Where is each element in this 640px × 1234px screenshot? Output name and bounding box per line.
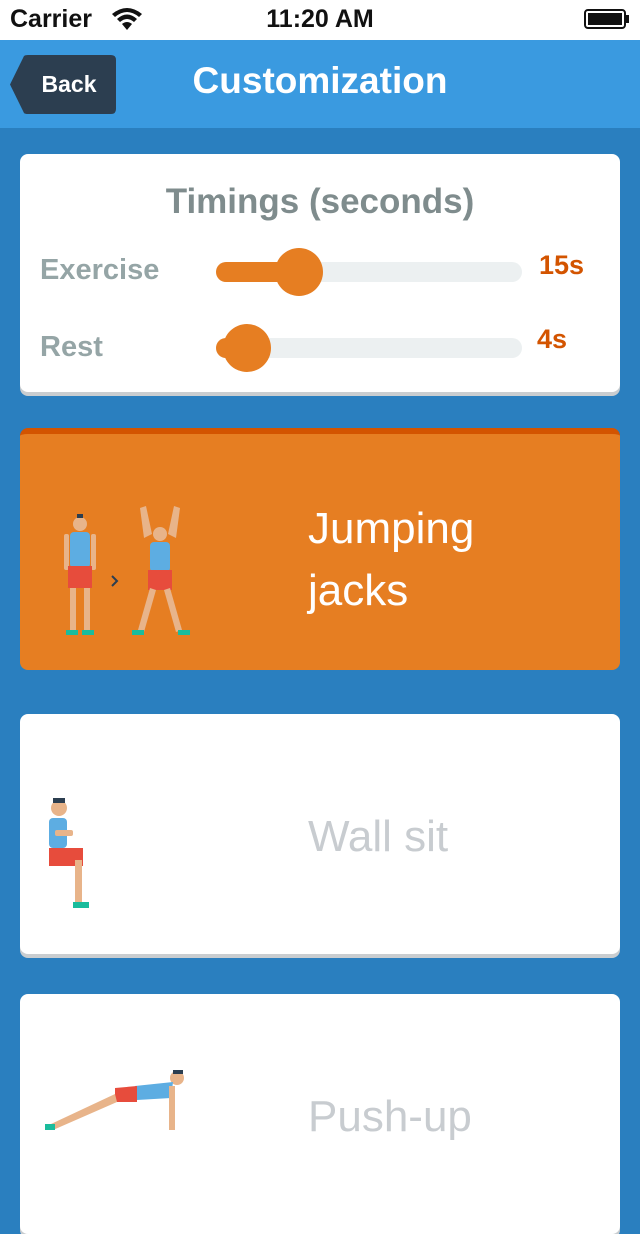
rest-slider-thumb[interactable] [223,324,271,372]
timings-title: Timings (seconds) [165,182,475,221]
clock: 11:20 AM [266,5,374,33]
battery-icon [584,9,629,29]
exercise-card-jumping-jacks[interactable]: Jumping jacks [20,428,620,670]
exercise-slider-thumb[interactable] [275,248,323,296]
rest-timing-slider[interactable] [216,324,522,372]
exercise-timing-label: Exercise [40,254,160,286]
exercise-timing-value: 15s [539,250,585,280]
push-up-illustration [45,1070,184,1130]
exercise-name-line-2: jacks [308,566,409,615]
exercise-card-push-up[interactable]: Push-up [20,994,620,1234]
timings-card: Timings (seconds) Exercise 15s Rest 4s [20,154,620,392]
status-bar: Carrier 11:20 AM [0,0,640,40]
exercise-timing-slider[interactable] [216,248,522,296]
exercise-card-wall-sit[interactable]: Wall sit [20,714,620,954]
exercise-name: Wall sit [308,812,449,861]
wall-sit-illustration [49,798,89,908]
exercise-name-line-1: Jumping [308,504,475,553]
rest-timing-value: 4s [537,324,568,354]
exercise-name: Push-up [308,1092,472,1141]
rest-timing-label: Rest [40,331,103,363]
exercise-name: Jumping jacks [308,498,474,622]
page-title: Customization [192,60,448,101]
navigation-bar: Back Customization [0,40,640,128]
jumping-jacks-illustration [64,506,190,635]
